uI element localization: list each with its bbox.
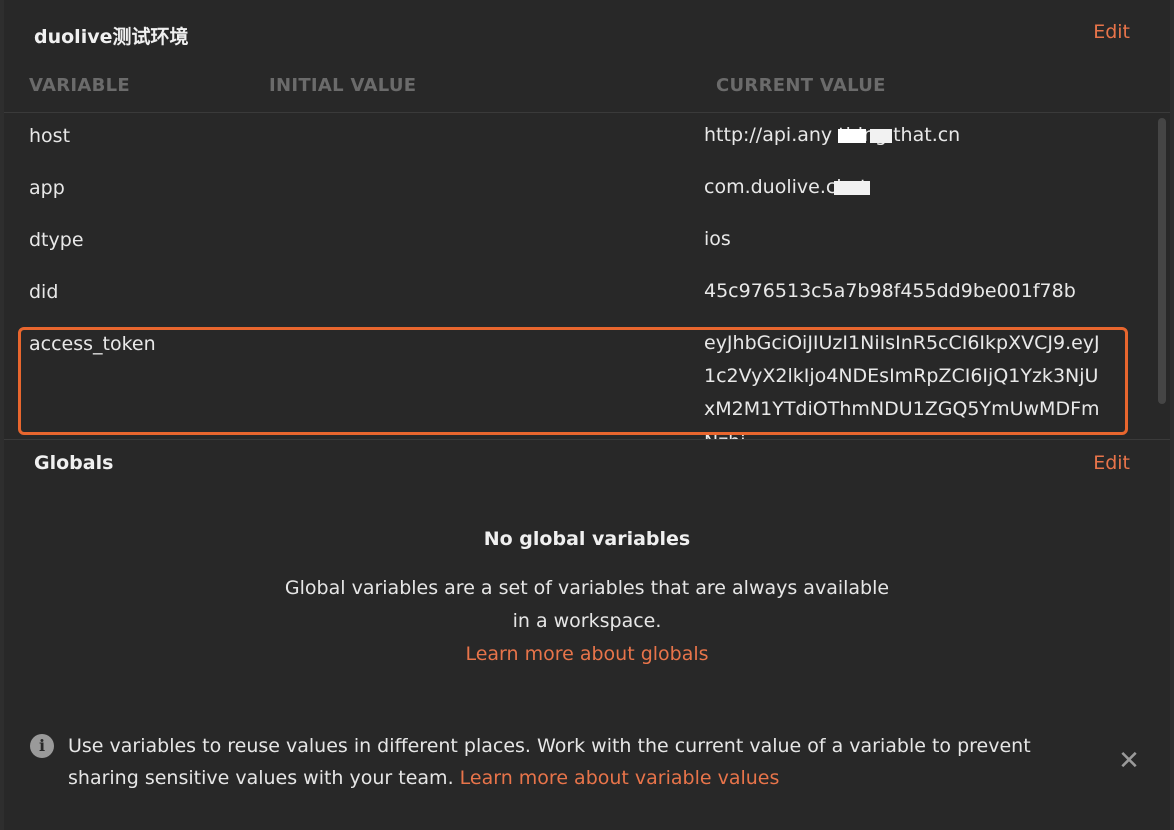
empty-state-description: Global variables are a set of variables … xyxy=(284,577,890,632)
info-banner: i Use variables to reuse values in diffe… xyxy=(4,718,1170,830)
column-header-variable: VARIABLE xyxy=(29,75,131,96)
variables-table-body[interactable]: host http://api.any thing that.cn app co… xyxy=(4,113,1154,439)
variable-current-value: http://api.any thing that.cn xyxy=(704,124,961,146)
variable-current-value: ios xyxy=(704,228,731,250)
info-icon: i xyxy=(30,734,54,758)
close-icon[interactable]: ✕ xyxy=(1116,748,1142,774)
column-header-initial-value: INITIAL VALUE xyxy=(269,75,417,96)
background-edge-right xyxy=(1170,0,1174,830)
variable-name: did xyxy=(29,281,59,303)
variables-scrollbar[interactable] xyxy=(1158,118,1166,404)
learn-more-variable-values-link[interactable]: Learn more about variable values xyxy=(460,767,780,789)
environment-quick-look-panel: duolive测试环境 Edit VARIABLE INITIAL VALUE … xyxy=(4,0,1170,830)
access-token-highlight-box xyxy=(18,327,1128,435)
globals-header: Globals Edit xyxy=(34,452,1130,484)
variable-name: dtype xyxy=(29,229,84,251)
learn-more-globals-link[interactable]: Learn more about globals xyxy=(465,638,708,671)
globals-title: Globals xyxy=(34,452,114,474)
redaction-block xyxy=(870,129,892,143)
column-header-current-value: CURRENT VALUE xyxy=(716,75,886,96)
empty-state-title: No global variables xyxy=(483,528,691,550)
variable-name: host xyxy=(29,125,71,147)
globals-empty-state: No global variables Global variables are… xyxy=(4,528,1170,671)
variables-table-header: VARIABLE INITIAL VALUE CURRENT VALUE xyxy=(4,62,1170,113)
variable-current-value: 45c976513c5a7b98f455dd9be001f78b xyxy=(704,280,1076,302)
globals-edit-button[interactable]: Edit xyxy=(1093,452,1130,474)
section-divider xyxy=(4,439,1170,440)
environment-header: duolive测试环境 Edit xyxy=(34,18,1130,50)
environment-edit-button[interactable]: Edit xyxy=(1093,21,1130,43)
info-banner-text: Use variables to reuse values in differe… xyxy=(68,730,1068,794)
environment-title: duolive测试环境 xyxy=(34,26,189,48)
redaction-block xyxy=(834,181,870,195)
variable-name: app xyxy=(29,177,65,199)
variable-current-value: com.duolive.chat xyxy=(704,176,868,198)
redaction-block xyxy=(838,129,866,143)
